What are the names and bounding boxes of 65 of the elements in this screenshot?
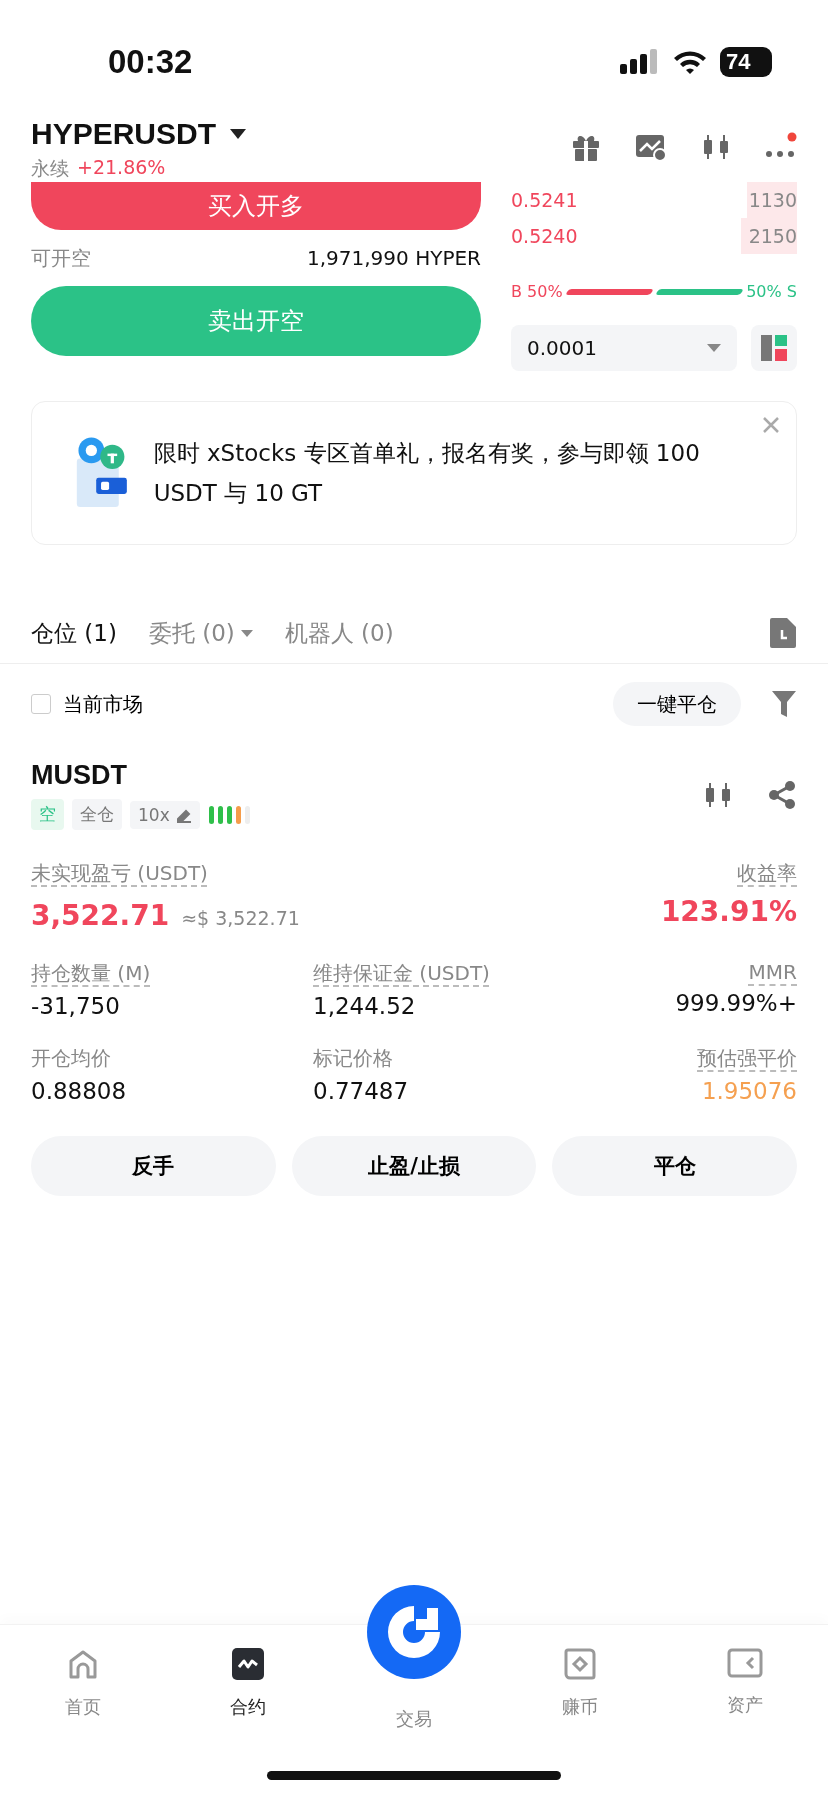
ask-size: 2150 bbox=[740, 218, 797, 254]
stat-label: MMR bbox=[748, 960, 797, 984]
pnl-usd-value: ≈$ 3,522.71 bbox=[181, 907, 300, 929]
pnl-label: 未实现盈亏 (USDT) bbox=[31, 860, 209, 887]
stat-value: 1.95076 bbox=[701, 1078, 797, 1104]
nav-tab[interactable]: 合约 bbox=[165, 1625, 332, 1755]
trade-logo-icon[interactable] bbox=[367, 1585, 461, 1679]
stat-label: 开仓均价 bbox=[31, 1045, 112, 1072]
nav-tab[interactable]: 交易 bbox=[390, 1707, 438, 1732]
price-change: +21.86% bbox=[77, 156, 166, 180]
close-all-button[interactable]: 一键平仓 bbox=[613, 682, 741, 726]
tab[interactable]: 机器人 (0) bbox=[284, 617, 394, 649]
nav-tab[interactable]: 赚币 bbox=[496, 1625, 663, 1755]
roe-label: 收益率 bbox=[737, 860, 797, 887]
leverage-tag[interactable]: 10x bbox=[130, 800, 200, 829]
symbol-title[interactable]: HYPERUSDT bbox=[31, 117, 217, 151]
ask-price: 0.5241 bbox=[511, 189, 578, 211]
caret-icon[interactable] bbox=[230, 129, 247, 139]
side-tag: 空 bbox=[31, 799, 64, 830]
stat-value: 0.77487 bbox=[313, 1078, 410, 1104]
pnl-value: 3,522.71 bbox=[31, 899, 170, 932]
stat-value: 1,244.52 bbox=[313, 993, 417, 1019]
position-action-button[interactable]: 止盈/止损 bbox=[291, 1136, 537, 1196]
sell-ratio: 50% S bbox=[746, 282, 797, 301]
layout-icon bbox=[760, 334, 788, 362]
history-icon[interactable] bbox=[769, 617, 797, 649]
market-type: 永续 bbox=[31, 156, 69, 181]
caret-icon bbox=[240, 629, 253, 637]
buy-ratio: B 50% bbox=[511, 282, 563, 301]
available-value: 1,971,990 HYPER bbox=[307, 246, 481, 270]
tab[interactable]: 仓位 (1) bbox=[31, 617, 117, 649]
battery-level: 74 bbox=[720, 47, 772, 77]
caret-icon bbox=[707, 344, 721, 352]
stat-label: 标记价格 bbox=[313, 1045, 394, 1072]
stat-value: 999.99%+ bbox=[675, 990, 797, 1016]
current-market-checkbox[interactable]: 当前市场 bbox=[31, 690, 143, 718]
promo-text: 限时 xStocks 专区首单礼，报名有奖，参与即领 100 USDT 与 10 GT bbox=[153, 439, 701, 508]
tab[interactable]: 委托 (0) bbox=[148, 617, 253, 649]
promo-banner[interactable]: 限时 xStocks 专区首单礼，报名有奖，参与即领 100 USDT 与 10 GT bbox=[31, 401, 797, 545]
stat-label: 持仓数量 (M) bbox=[31, 960, 152, 987]
chart-card-icon[interactable] bbox=[635, 132, 667, 162]
wallet-icon bbox=[727, 1647, 764, 1679]
candlestick-icon[interactable] bbox=[701, 132, 731, 162]
layout-button[interactable] bbox=[751, 325, 797, 371]
stat-label: 预估强平价 bbox=[697, 1045, 797, 1072]
candlestick-icon[interactable] bbox=[703, 780, 733, 810]
share-icon[interactable] bbox=[767, 780, 797, 810]
ask-price: 0.5240 bbox=[511, 225, 578, 247]
margin-mode-tag: 全仓 bbox=[72, 799, 122, 830]
precision-dropdown[interactable]: 0.0001 bbox=[511, 325, 737, 371]
status-time: 00:32 bbox=[108, 43, 193, 81]
signal-icon bbox=[620, 48, 660, 76]
ask-size: 1130 bbox=[746, 182, 797, 218]
stat-label: 维持保证金 (USDT) bbox=[313, 960, 491, 987]
position-action-button[interactable]: 平仓 bbox=[552, 1136, 797, 1196]
filter-icon[interactable] bbox=[771, 689, 797, 719]
position-symbol[interactable]: MUSDT bbox=[31, 760, 254, 791]
position-action-button[interactable]: 反手 bbox=[31, 1136, 276, 1196]
roe-value: 123.91% bbox=[660, 895, 797, 928]
nav-tab[interactable]: 资产 bbox=[662, 1625, 828, 1755]
stat-value: 0.88808 bbox=[31, 1078, 128, 1104]
stat-value: -31,750 bbox=[31, 993, 121, 1019]
nav-tab[interactable]: 首页 bbox=[0, 1625, 166, 1755]
available-label: 可开空 bbox=[31, 244, 91, 272]
buy-long-button[interactable]: 买入开多 bbox=[31, 182, 481, 230]
